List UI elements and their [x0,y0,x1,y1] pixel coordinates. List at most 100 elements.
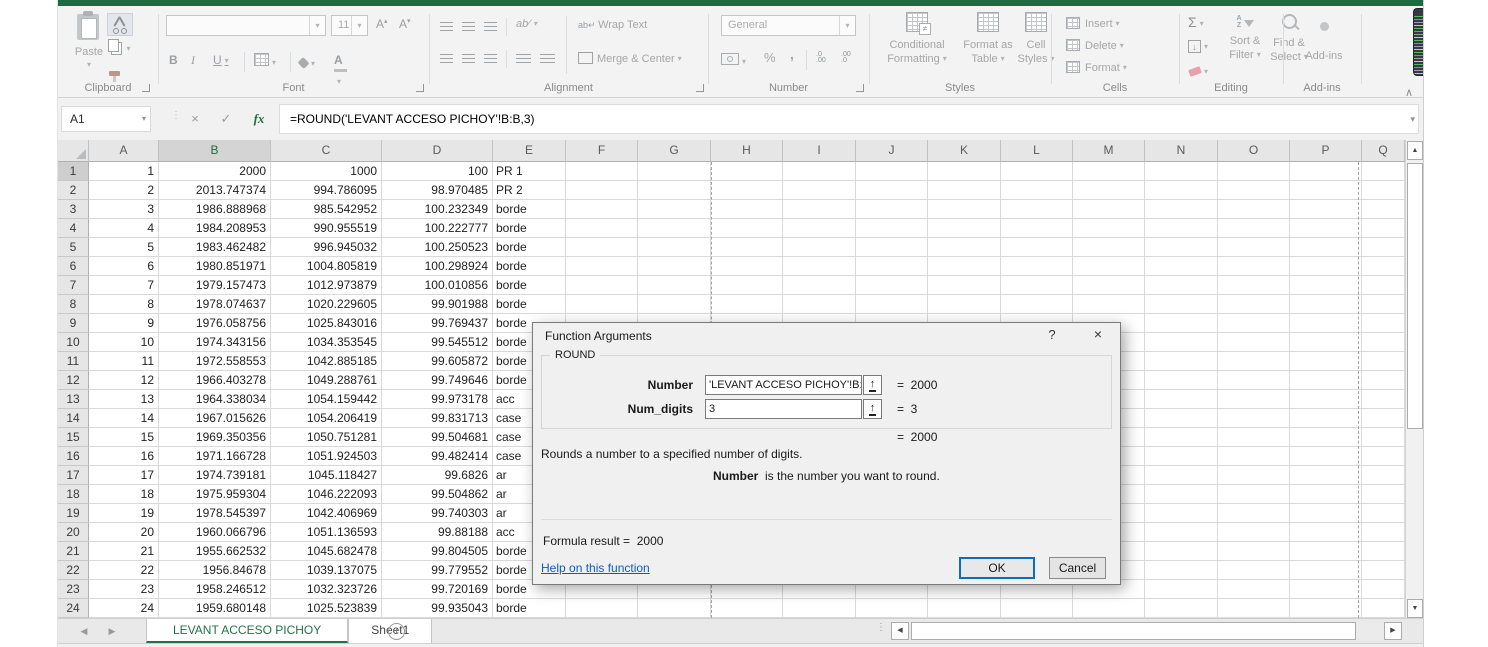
cell-N23[interactable] [1145,580,1218,599]
cell-I2[interactable] [783,181,856,200]
cell-C9[interactable]: 1025.843016 [271,314,382,333]
row-header-16[interactable]: 16 [58,447,89,466]
cell-N11[interactable] [1145,352,1218,371]
font-name-dropdown-icon[interactable]: ▾ [309,16,325,35]
cell-O12[interactable] [1218,371,1290,390]
cell-D12[interactable]: 99.749646 [382,371,493,390]
align-left-button[interactable] [440,50,453,68]
row-header-11[interactable]: 11 [58,352,89,371]
cell-L6[interactable] [1001,257,1073,276]
cell-Q15[interactable] [1362,428,1405,447]
cell-A16[interactable]: 16 [89,447,159,466]
cell-B19[interactable]: 1978.545397 [159,504,271,523]
cell-N8[interactable] [1145,295,1218,314]
cell-D22[interactable]: 99.779552 [382,561,493,580]
font-name-combo[interactable]: ▾ [166,15,326,36]
row-header-14[interactable]: 14 [58,409,89,428]
cell-O8[interactable] [1218,295,1290,314]
autosum-button[interactable]: Σ [1188,14,1204,30]
cell-A23[interactable]: 23 [89,580,159,599]
cell-F8[interactable] [566,295,638,314]
paste-button[interactable]: Paste ▾ [72,12,106,68]
cell-A14[interactable]: 14 [89,409,159,428]
cell-O11[interactable] [1218,352,1290,371]
delete-cells-button[interactable]: Delete [1066,39,1124,52]
cell-P3[interactable] [1290,200,1362,219]
cell-Q3[interactable] [1362,200,1405,219]
cell-C5[interactable]: 996.945032 [271,238,382,257]
cell-A3[interactable]: 3 [89,200,159,219]
cell-J4[interactable] [856,219,928,238]
cell-D23[interactable]: 99.720169 [382,580,493,599]
italic-button[interactable]: I [191,53,195,68]
cell-H2[interactable] [711,181,783,200]
cell-A1[interactable]: 1 [89,162,159,181]
formula-cancel-button[interactable]: × [183,106,207,132]
cell-Q11[interactable] [1362,352,1405,371]
cell-F7[interactable] [566,276,638,295]
cell-E6[interactable]: borde [493,257,566,276]
row-header-22[interactable]: 22 [58,561,89,580]
cell-N5[interactable] [1145,238,1218,257]
new-sheet-button[interactable]: + [388,623,405,640]
dialog-help-button[interactable]: ? [1042,327,1062,345]
cell-P10[interactable] [1290,333,1362,352]
cell-P7[interactable] [1290,276,1362,295]
cell-I7[interactable] [783,276,856,295]
hscroll-left-button[interactable]: ◀ [891,622,909,640]
cell-N15[interactable] [1145,428,1218,447]
cell-J6[interactable] [856,257,928,276]
underline-button[interactable]: U [213,53,229,67]
increase-font-button[interactable]: A▴ [376,17,388,31]
cell-D10[interactable]: 99.545512 [382,333,493,352]
decrease-font-button[interactable]: A▾ [399,17,411,31]
cell-Q23[interactable] [1362,580,1405,599]
cell-K4[interactable] [928,219,1001,238]
cell-O9[interactable] [1218,314,1290,333]
align-center-button[interactable] [462,50,475,68]
cell-G7[interactable] [638,276,711,295]
cell-Q14[interactable] [1362,409,1405,428]
cell-N19[interactable] [1145,504,1218,523]
cell-Q17[interactable] [1362,466,1405,485]
cell-A2[interactable]: 2 [89,181,159,200]
cell-O7[interactable] [1218,276,1290,295]
cell-Q1[interactable] [1362,162,1405,181]
cell-O23[interactable] [1218,580,1290,599]
cell-M6[interactable] [1073,257,1145,276]
row-header-10[interactable]: 10 [58,333,89,352]
cell-Q2[interactable] [1362,181,1405,200]
hscroll-right-button[interactable]: ▶ [1384,622,1402,640]
cell-C12[interactable]: 1049.288761 [271,371,382,390]
cell-C18[interactable]: 1046.222093 [271,485,382,504]
cell-M7[interactable] [1073,276,1145,295]
cell-N6[interactable] [1145,257,1218,276]
cell-Q4[interactable] [1362,219,1405,238]
cell-J2[interactable] [856,181,928,200]
cell-G1[interactable] [638,162,711,181]
cell-H8[interactable] [711,295,783,314]
align-top-button[interactable] [440,18,453,36]
orientation-button[interactable]: ab⁄ [516,18,537,30]
cell-Q10[interactable] [1362,333,1405,352]
cell-N10[interactable] [1145,333,1218,352]
cell-O24[interactable] [1218,599,1290,618]
sheet-nav-right-icon[interactable]: ▶ [102,619,122,643]
wrap-text-button[interactable]: ab↵ Wrap Text [578,19,647,31]
cell-G3[interactable] [638,200,711,219]
cell-I1[interactable] [783,162,856,181]
numdigits-arg-input[interactable]: 3 [705,399,862,419]
align-middle-button[interactable] [462,18,475,36]
cell-Q5[interactable] [1362,238,1405,257]
cell-P18[interactable] [1290,485,1362,504]
format-painter-button[interactable] [109,63,120,81]
cell-J1[interactable] [856,162,928,181]
cell-Q6[interactable] [1362,257,1405,276]
column-header-A[interactable]: A [89,140,159,162]
cell-A9[interactable]: 9 [89,314,159,333]
cell-N1[interactable] [1145,162,1218,181]
cell-Q19[interactable] [1362,504,1405,523]
cell-P2[interactable] [1290,181,1362,200]
cell-D8[interactable]: 99.901988 [382,295,493,314]
cell-Q20[interactable] [1362,523,1405,542]
